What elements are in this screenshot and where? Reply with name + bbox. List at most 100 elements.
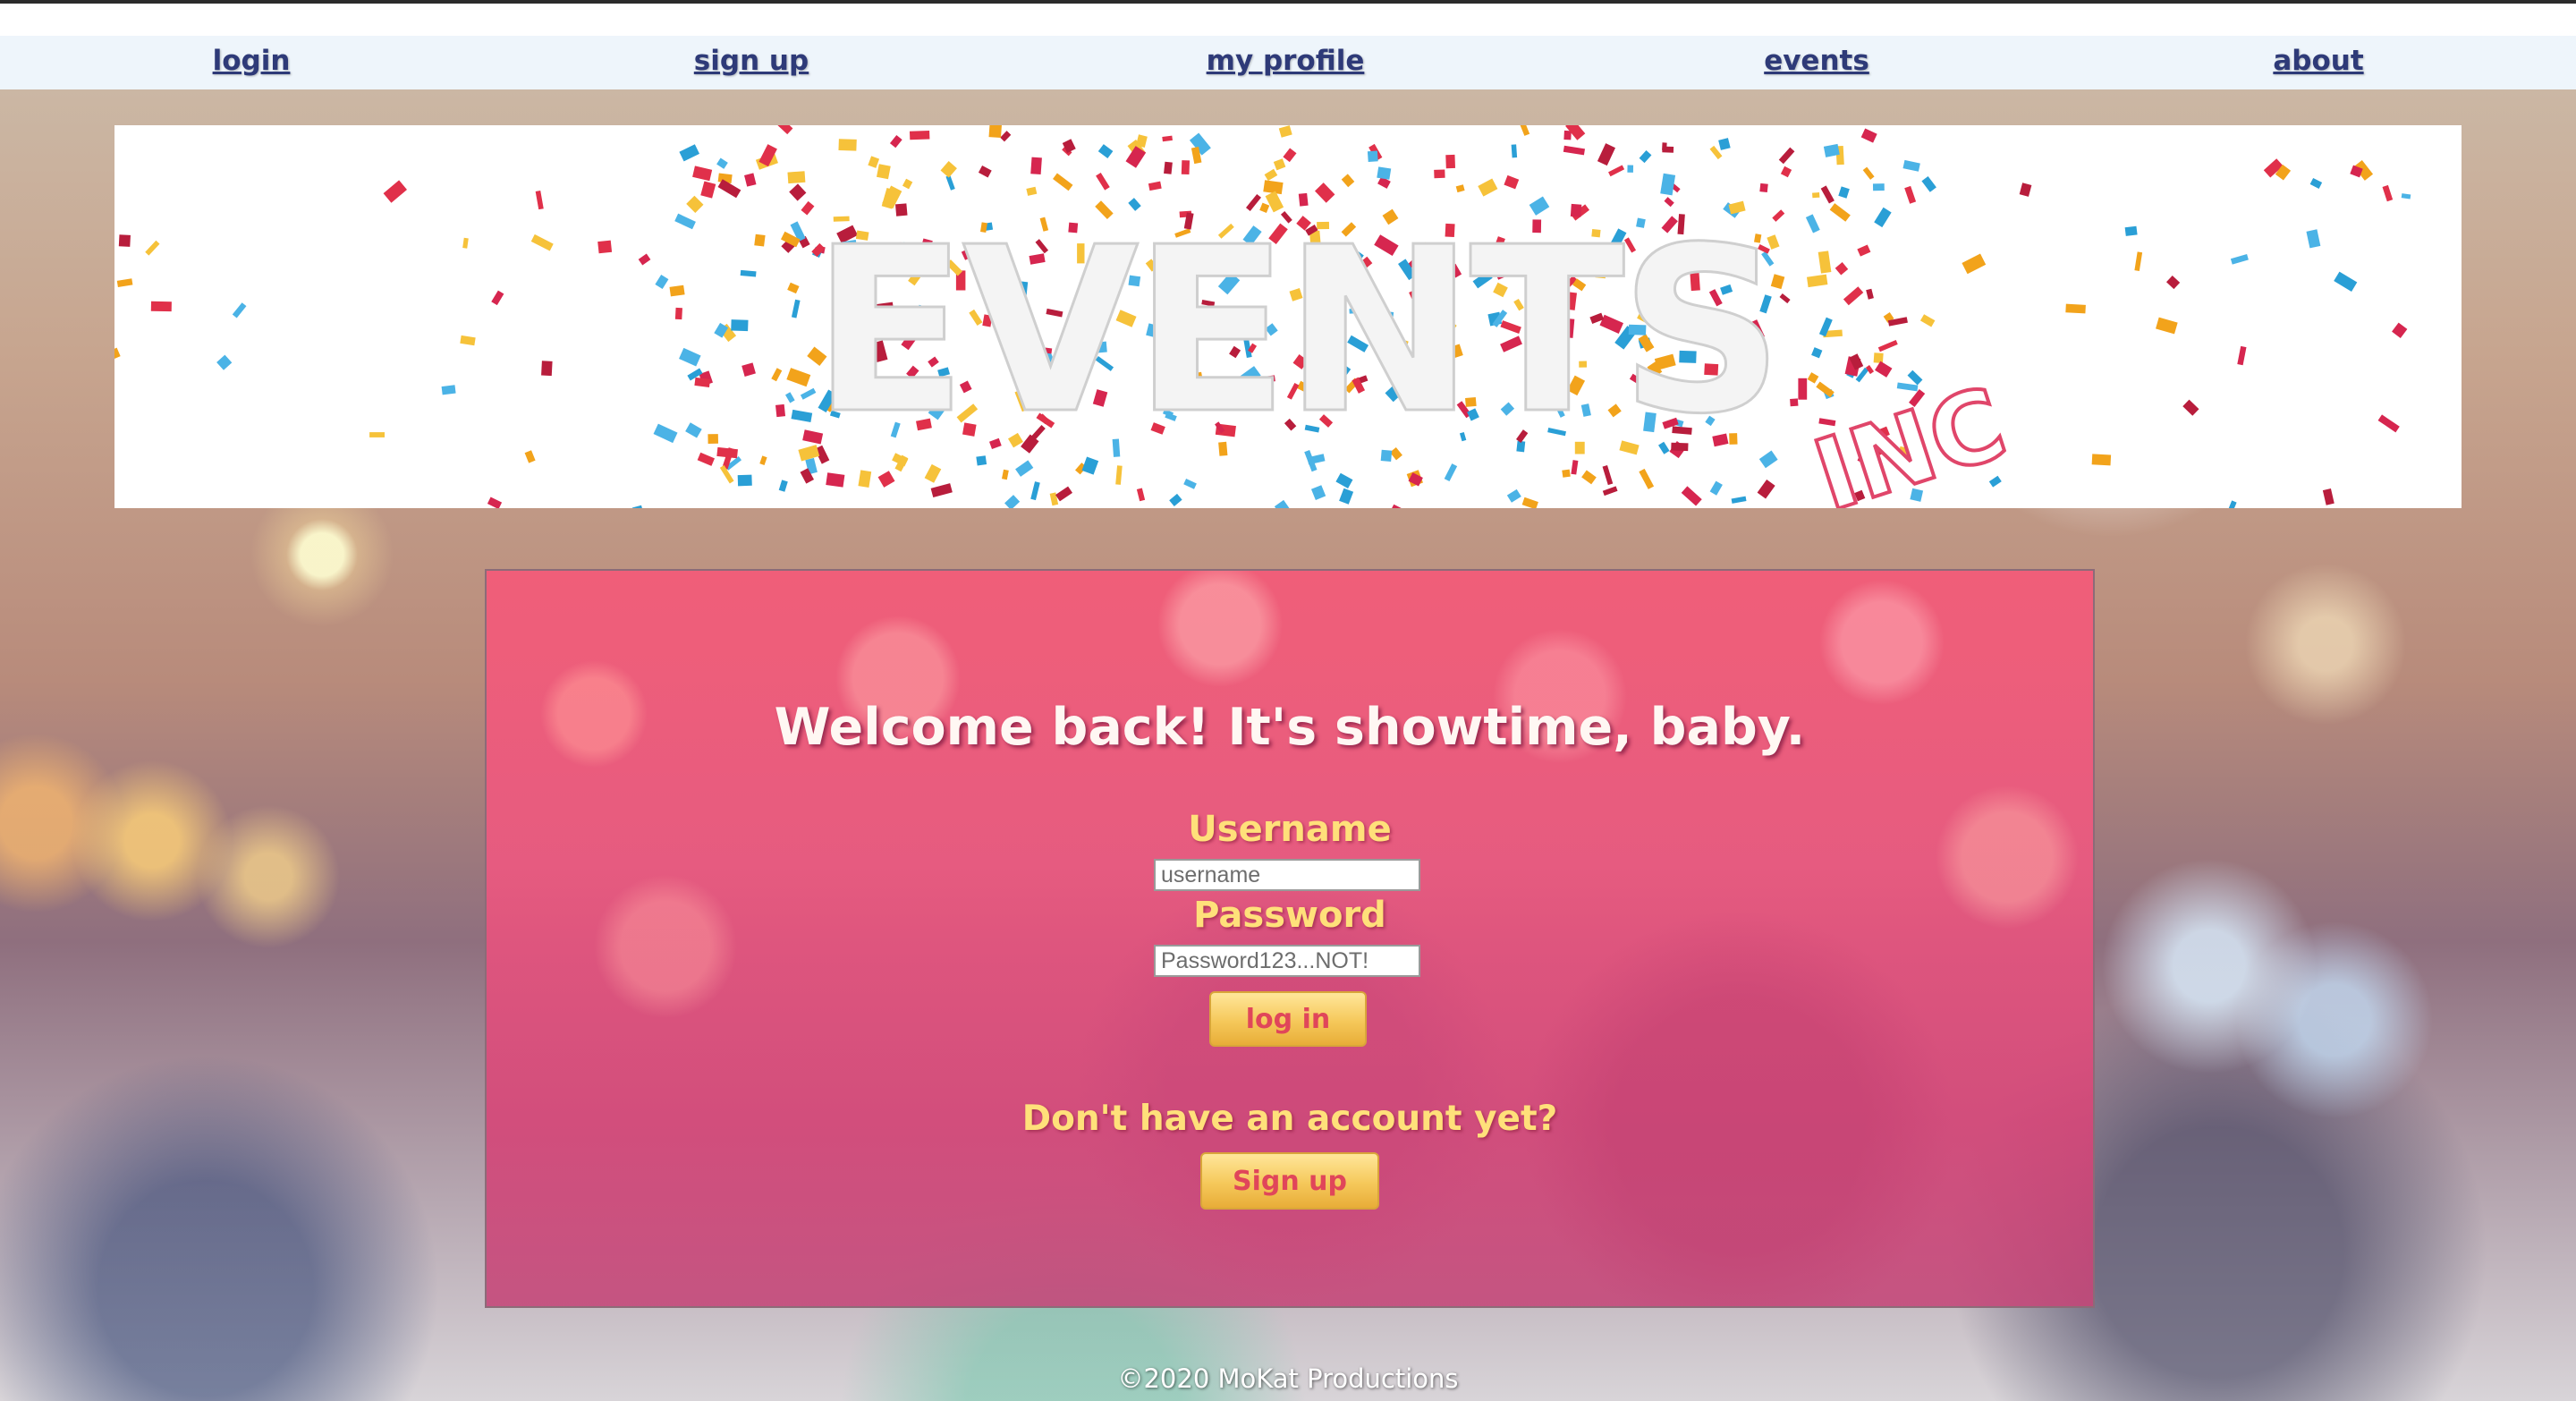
nav-link-about[interactable]: about (2273, 45, 2363, 77)
confetti-piece (674, 213, 696, 230)
confetti-piece (692, 166, 713, 182)
confetti-piece (978, 165, 992, 178)
confetti-piece (1511, 144, 1518, 158)
confetti-piece (369, 432, 385, 437)
confetti-piece (1862, 166, 1875, 180)
nav-link-sign-up[interactable]: sign up (694, 45, 809, 77)
confetti-piece (1169, 493, 1182, 506)
password-input[interactable] (1154, 945, 1420, 977)
confetti-piece (1097, 144, 1114, 159)
logo-main-text: EVENTS (812, 199, 1779, 464)
confetti-piece (1563, 145, 1586, 156)
confetti-piece (2237, 345, 2247, 366)
confetti-piece (787, 171, 806, 184)
confetti-piece (1798, 378, 1808, 400)
confetti-piece (1812, 192, 1820, 199)
confetti-piece (669, 284, 685, 297)
confetti-piece (877, 471, 895, 488)
confetti-piece (791, 409, 813, 422)
nav-link-login[interactable]: login (213, 45, 291, 77)
confetti-piece (826, 472, 845, 488)
top-border (0, 0, 2576, 4)
confetti-piece (1563, 130, 1572, 140)
confetti-piece (1639, 468, 1655, 489)
confetti-piece (1000, 131, 1012, 142)
confetti-piece (1811, 347, 1823, 359)
confetti-piece (858, 470, 872, 488)
confetti-piece (697, 452, 715, 466)
confetti-piece (784, 392, 795, 403)
confetti-piece (2382, 184, 2394, 202)
confetti-piece (1504, 174, 1520, 190)
confetti-piece (1367, 150, 1378, 162)
confetti-piece (653, 423, 678, 444)
confetti-piece (838, 139, 857, 151)
confetti-piece (460, 335, 476, 346)
confetti-piece (1096, 173, 1110, 191)
confetti-piece (1779, 293, 1791, 304)
confetti-piece (2019, 183, 2032, 197)
confetti-piece (791, 299, 801, 318)
confetti-piece (1838, 186, 1850, 199)
confetti-piece (786, 368, 811, 387)
confetti-piece (674, 307, 682, 320)
confetti-piece (232, 302, 247, 318)
username-input[interactable] (1154, 859, 1420, 891)
confetti-piece (1597, 143, 1615, 166)
events-inc-banner: EVENTS INC (114, 125, 2462, 508)
confetti-piece (1843, 286, 1864, 306)
no-account-prompt: Don't have an account yet? (1021, 1099, 1558, 1139)
footer-copyright: ©2020 MoKat Productions (1117, 1363, 1459, 1394)
confetti-piece (1731, 496, 1747, 504)
confetti-piece (924, 463, 942, 483)
confetti-piece (1162, 135, 1173, 142)
confetti-piece (1857, 244, 1871, 257)
log-in-button[interactable]: log in (1209, 991, 1367, 1047)
confetti-piece (597, 240, 613, 254)
confetti-piece (1445, 154, 1455, 169)
confetti-piece (383, 180, 407, 203)
confetti-piece (2225, 500, 2237, 508)
nav-link-events[interactable]: events (1764, 45, 1869, 77)
password-label: Password (1193, 895, 1386, 936)
confetti-piece (1278, 125, 1292, 138)
welcome-heading: Welcome back! It's showtime, baby. (774, 698, 1806, 757)
confetti-piece (1807, 372, 1819, 384)
confetti-piece (1341, 174, 1355, 188)
confetti-piece (638, 253, 651, 266)
confetti-piece (1273, 158, 1286, 171)
confetti-piece (1455, 184, 1465, 193)
confetti-piece (1874, 207, 1892, 228)
confetti-piece (535, 191, 544, 210)
confetti-piece (1562, 469, 1571, 478)
nav-link-my-profile[interactable]: my profile (1207, 45, 1365, 77)
confetti-piece (1518, 125, 1530, 136)
confetti-piece (679, 347, 701, 367)
confetti-piece (1639, 150, 1652, 164)
confetti-piece (2065, 303, 2086, 314)
confetti-piece (1709, 480, 1723, 496)
confetti-piece (1434, 169, 1445, 179)
confetti-piece (1026, 186, 1038, 196)
confetti-piece (1521, 497, 1538, 508)
sign-up-button[interactable]: Sign up (1200, 1152, 1379, 1210)
confetti-piece (216, 354, 233, 370)
confetti-piece (731, 319, 749, 332)
confetti-piece (1335, 472, 1353, 488)
confetti-piece (2091, 454, 2112, 466)
confetti-piece (1921, 175, 1936, 192)
confetti-piece (655, 275, 669, 290)
confetti-piece (1602, 465, 1614, 486)
confetti-piece (1757, 480, 1775, 499)
confetti-piece (876, 164, 891, 180)
confetti-piece (1820, 185, 1835, 204)
confetti-piece (1002, 469, 1009, 480)
confetti-piece (541, 361, 553, 377)
events-inc-logo: EVENTS INC (114, 125, 2411, 508)
confetti-piece (1718, 138, 1731, 150)
confetti-piece (1377, 166, 1392, 180)
username-label: Username (1188, 809, 1392, 850)
main-navbar: login sign up my profile events about (0, 36, 2576, 89)
confetti-piece (1902, 159, 1920, 172)
confetti-piece (2309, 177, 2323, 189)
